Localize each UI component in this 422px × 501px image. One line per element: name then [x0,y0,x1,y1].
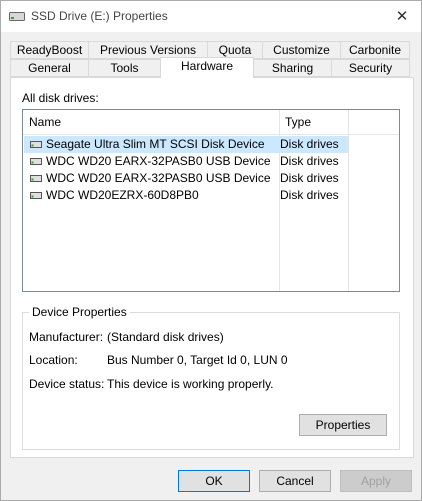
drive-type: Disk drives [280,154,339,168]
manufacturer-value: (Standard disk drives) [107,330,224,344]
tab-customize[interactable]: Customize [262,41,341,59]
drive-name: WDC WD20EZRX-60D8PB0 [46,188,199,202]
disk-drive-icon [30,175,42,182]
disk-drives-list[interactable]: Name Type Seagate Ultra Slim MT SCSI Dis… [22,109,400,292]
tab-general[interactable]: General [10,59,89,77]
list-item[interactable]: WDC WD20 EARX-32PASB0 USB Device Disk dr… [24,153,348,170]
tab-carbonite[interactable]: Carbonite [340,41,410,59]
properties-window: SSD Drive (E:) Properties ✕ ReadyBoost P… [0,0,422,501]
list-item[interactable]: Seagate Ultra Slim MT SCSI Disk Device D… [24,136,348,153]
device-properties-title: Device Properties [29,305,130,319]
location-label: Location: [29,353,78,367]
device-status-value: This device is working properly. [107,377,274,391]
disk-drive-icon [30,141,42,148]
drive-name: Seagate Ultra Slim MT SCSI Disk Device [46,137,265,151]
manufacturer-label: Manufacturer: [29,330,104,344]
disk-drive-icon [30,192,42,199]
title-bar[interactable]: SSD Drive (E:) Properties ✕ [1,1,421,32]
drive-name: WDC WD20 EARX-32PASB0 USB Device [46,171,271,185]
all-disk-drives-label: All disk drives: [22,91,99,105]
drive-type: Disk drives [280,171,339,185]
tab-security[interactable]: Security [331,59,410,77]
column-header-name[interactable]: Name [23,110,279,135]
drive-icon [9,12,25,21]
window-title: SSD Drive (E:) Properties [31,9,168,23]
cancel-button[interactable]: Cancel [259,470,331,492]
list-item[interactable]: WDC WD20EZRX-60D8PB0 Disk drives [24,187,348,204]
apply-button[interactable]: Apply [340,470,412,492]
drive-type: Disk drives [280,188,339,202]
hardware-panel: All disk drives: Name Type Seagate Ultra… [10,77,414,458]
drive-type: Disk drives [280,137,339,151]
list-header: Name Type [23,110,399,135]
tab-tools[interactable]: Tools [88,59,161,77]
disk-drive-icon [30,158,42,165]
close-icon: ✕ [395,8,409,25]
column-separator[interactable] [348,110,349,291]
ok-button[interactable]: OK [178,470,250,492]
close-button[interactable]: ✕ [389,5,415,27]
device-properties-group: Device Properties Manufacturer: (Standar… [22,305,400,450]
tab-hardware[interactable]: Hardware [160,57,254,78]
drive-name: WDC WD20 EARX-32PASB0 USB Device [46,154,271,168]
tab-readyboost[interactable]: ReadyBoost [10,41,89,59]
list-item[interactable]: WDC WD20 EARX-32PASB0 USB Device Disk dr… [24,170,348,187]
properties-button[interactable]: Properties [299,414,387,436]
location-value: Bus Number 0, Target Id 0, LUN 0 [107,353,288,367]
device-status-label: Device status: [29,377,105,391]
column-header-type[interactable]: Type [279,110,349,135]
tab-sharing[interactable]: Sharing [253,59,332,77]
